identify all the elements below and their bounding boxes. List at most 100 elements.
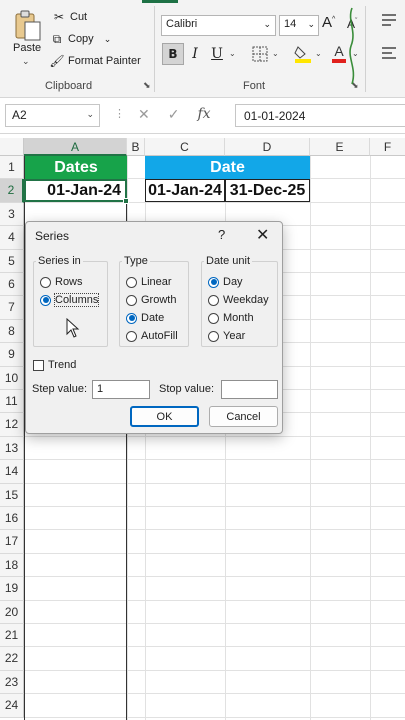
cell-a2-selected[interactable]: 01-Jan-24 bbox=[24, 179, 129, 204]
grow-font-icon: A bbox=[322, 14, 333, 31]
radio-month[interactable]: Month bbox=[208, 312, 254, 324]
row-header[interactable]: 12 bbox=[0, 413, 24, 437]
column-header-b[interactable]: B bbox=[127, 138, 145, 156]
ok-button[interactable]: OK bbox=[130, 406, 199, 427]
column-header-c[interactable]: C bbox=[145, 138, 225, 156]
underline-button[interactable]: U bbox=[209, 43, 225, 65]
cell-c2[interactable]: 01-Jan-24 bbox=[145, 179, 225, 202]
select-all-corner[interactable] bbox=[0, 138, 24, 156]
font-size-select[interactable]: 14 ⌄ bbox=[279, 15, 319, 36]
enter-icon[interactable]: ✓ bbox=[168, 106, 180, 123]
name-box[interactable]: A2 ⌄ bbox=[5, 104, 100, 127]
row-header[interactable]: 18 bbox=[0, 553, 24, 578]
row-header[interactable]: 9 bbox=[0, 343, 24, 367]
radio-date-label: Date bbox=[141, 312, 165, 324]
help-icon[interactable]: ? bbox=[218, 227, 225, 242]
row-header[interactable]: 15 bbox=[0, 483, 24, 507]
bold-button[interactable]: B bbox=[162, 43, 184, 65]
row-header[interactable]: 17 bbox=[0, 530, 24, 554]
dialog-title: Series bbox=[35, 229, 70, 243]
grid-line bbox=[24, 482, 405, 484]
radio-columns[interactable]: Columns bbox=[40, 293, 100, 307]
grow-font-button[interactable]: A^ bbox=[322, 14, 335, 31]
row-header[interactable]: 5 bbox=[0, 249, 24, 273]
cell-a1[interactable]: Dates bbox=[25, 156, 127, 179]
row-header[interactable]: 6 bbox=[0, 273, 24, 297]
column-header-d[interactable]: D bbox=[225, 138, 310, 156]
row-header[interactable]: 10 bbox=[0, 366, 24, 390]
cell-c1-merged[interactable]: Date bbox=[145, 156, 310, 179]
row-header[interactable]: 4 bbox=[0, 226, 24, 250]
row-header[interactable]: 24 bbox=[0, 694, 24, 718]
chevron-down-icon[interactable]: ⌄ bbox=[272, 49, 279, 58]
radio-year[interactable]: Year bbox=[208, 330, 245, 342]
grid-line bbox=[310, 156, 311, 720]
step-value-label: Step value: bbox=[32, 383, 88, 395]
row-header[interactable]: 20 bbox=[0, 600, 24, 624]
close-icon[interactable]: ✕ bbox=[256, 225, 269, 245]
radio-rows[interactable]: Rows bbox=[40, 276, 83, 288]
radio-linear[interactable]: Linear bbox=[126, 276, 172, 288]
row-header[interactable]: 3 bbox=[0, 202, 24, 227]
column-header-a[interactable]: A bbox=[24, 138, 127, 156]
font-group-label: Font bbox=[243, 80, 266, 92]
radio-growth[interactable]: Growth bbox=[126, 294, 176, 306]
step-value-input[interactable]: 1 bbox=[92, 380, 150, 399]
radio-year-label: Year bbox=[223, 330, 246, 342]
row-header[interactable]: 1 bbox=[0, 156, 24, 180]
radio-dot-selected bbox=[126, 312, 137, 324]
column-header-f[interactable]: F bbox=[370, 138, 405, 156]
row-header[interactable]: 16 bbox=[0, 507, 24, 531]
radio-weekday-label: Weekday bbox=[223, 294, 269, 306]
chevron-down-icon[interactable]: ⌄ bbox=[315, 49, 322, 58]
align-top-icon[interactable] bbox=[381, 13, 397, 27]
row-header[interactable]: 13 bbox=[0, 436, 24, 461]
radio-day[interactable]: Day bbox=[208, 276, 243, 288]
chevron-down-icon[interactable]: ⌄ bbox=[229, 49, 236, 58]
copy-label: Copy bbox=[68, 33, 94, 45]
chevron-down-icon[interactable]: ⌄ bbox=[104, 34, 112, 45]
radio-dot bbox=[208, 312, 219, 324]
borders-icon[interactable] bbox=[252, 46, 268, 62]
radio-autofill[interactable]: AutoFill bbox=[126, 330, 178, 342]
radio-dot-selected bbox=[208, 276, 219, 288]
row-header[interactable]: 8 bbox=[0, 319, 24, 344]
row-header[interactable]: 14 bbox=[0, 460, 24, 484]
radio-weekday[interactable]: Weekday bbox=[208, 294, 269, 306]
trend-checkbox[interactable]: Trend bbox=[33, 359, 76, 371]
radio-dot-selected bbox=[40, 294, 51, 306]
dialog-launcher-icon[interactable]: ⬊ bbox=[143, 80, 151, 91]
row-header[interactable]: 2 bbox=[0, 179, 24, 203]
row-header[interactable]: 11 bbox=[0, 390, 24, 414]
chevron-down-icon[interactable]: ⌄ bbox=[22, 56, 30, 67]
cancel-icon[interactable]: ✕ bbox=[138, 106, 150, 123]
fill-color-icon[interactable] bbox=[294, 44, 312, 64]
align-left-icon[interactable] bbox=[381, 46, 397, 60]
name-box-value: A2 bbox=[12, 108, 27, 122]
row-header[interactable]: 21 bbox=[0, 624, 24, 648]
cut-button[interactable]: ✂ Cut bbox=[52, 10, 87, 24]
radio-dot bbox=[126, 294, 137, 306]
row-header[interactable]: 7 bbox=[0, 296, 24, 320]
insert-function-icon[interactable]: fx bbox=[197, 106, 210, 123]
stop-value-input[interactable] bbox=[221, 380, 278, 399]
format-painter-button[interactable]: 🖌 Format Painter bbox=[49, 54, 140, 68]
formula-bar: A2 ⌄ ⋮ ✕ ✓ fx 01-01-2024 bbox=[0, 98, 405, 134]
row-header[interactable]: 23 bbox=[0, 670, 24, 695]
font-name-select[interactable]: Calibri ⌄ bbox=[161, 15, 276, 36]
copy-icon: ⧉ bbox=[52, 31, 62, 46]
formula-input[interactable]: 01-01-2024 bbox=[235, 104, 405, 127]
copy-button[interactable]: ⧉ Copy ⌄ bbox=[50, 31, 112, 46]
radio-date[interactable]: Date bbox=[126, 312, 164, 324]
cancel-button[interactable]: Cancel bbox=[209, 406, 278, 427]
italic-button[interactable]: I bbox=[188, 43, 202, 65]
fill-handle[interactable] bbox=[123, 198, 129, 204]
radio-dot bbox=[126, 330, 137, 342]
cell-d2[interactable]: 31-Dec-25 bbox=[225, 179, 310, 202]
grid-line bbox=[370, 156, 371, 720]
row-header[interactable]: 19 bbox=[0, 577, 24, 601]
ribbon: Paste ⌄ ✂ Cut ⧉ Copy ⌄ 🖌 Format Painter … bbox=[0, 0, 405, 98]
chevron-down-icon: ⌄ bbox=[307, 19, 315, 29]
column-header-e[interactable]: E bbox=[310, 138, 370, 156]
row-header[interactable]: 22 bbox=[0, 647, 24, 671]
